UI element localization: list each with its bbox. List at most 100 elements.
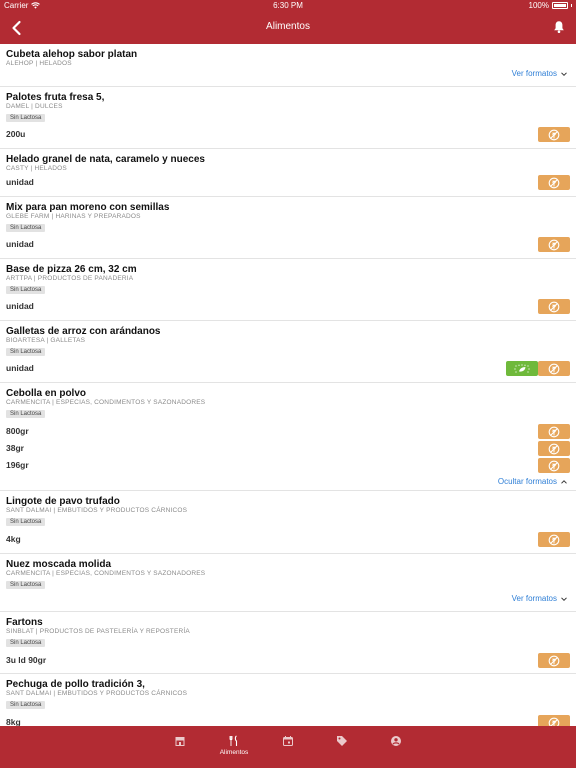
show-formats-button[interactable]: Ver formatos — [512, 594, 568, 603]
navigation-bar: Alimentos — [0, 12, 576, 44]
format-label: 4kg — [6, 534, 21, 544]
toggle-label: Ver formatos — [511, 594, 557, 603]
product-row[interactable]: Cebolla en polvo CARMENCITA | ESPECIAS, … — [0, 383, 576, 491]
format-label: 8kg — [6, 717, 21, 726]
lactose-free-tag: Sin Lactosa — [6, 581, 46, 589]
chevron-up-icon — [561, 479, 567, 484]
format-label: unidad — [6, 363, 34, 373]
format-label: unidad — [6, 239, 34, 249]
hide-formats-button[interactable]: Ocultar formatos — [498, 477, 568, 486]
product-brand-category: GLEBE FARM | HARINAS Y PREPARADOS — [6, 213, 141, 220]
chevron-down-icon — [561, 596, 567, 601]
no-wheat-icon — [548, 717, 560, 726]
product-brand-category: CARMENCITA | ESPECIAS, CONDIMENTOS Y SAZ… — [6, 399, 206, 406]
product-row[interactable]: Cubeta alehop sabor platan ALEHOP | HELA… — [0, 44, 576, 87]
tab-calendar[interactable] — [268, 726, 308, 768]
organic-badge — [506, 361, 538, 376]
lactose-free-tag: Sin Lactosa — [6, 286, 46, 294]
format-label: unidad — [6, 177, 34, 187]
tab-bar: Alimentos — [0, 726, 576, 768]
product-brand-category: BIOARTESA | GALLETAS — [6, 337, 86, 344]
format-label: 3u ld 90gr — [6, 655, 47, 665]
status-time: 6:30 PM — [273, 1, 303, 10]
product-name: Palotes fruta fresa 5, — [6, 92, 105, 103]
fork-knife-icon — [229, 735, 238, 746]
gluten-free-badge — [538, 715, 570, 726]
no-wheat-icon — [548, 301, 560, 312]
product-row[interactable]: Mix para pan moreno con semillas GLEBE F… — [0, 197, 576, 259]
eu-organic-leaf-icon — [514, 363, 530, 373]
format-label: 196gr — [6, 460, 29, 470]
format-label: unidad — [6, 301, 34, 311]
tab-stores[interactable] — [160, 726, 200, 768]
product-name: Lingote de pavo trufado — [6, 496, 120, 507]
no-wheat-icon — [548, 363, 560, 374]
product-name: Helado granel de nata, caramelo y nueces — [6, 154, 205, 165]
product-row[interactable]: Palotes fruta fresa 5, DAMEL | DULCES Si… — [0, 87, 576, 149]
tab-offers[interactable] — [322, 726, 362, 768]
no-wheat-icon — [548, 239, 560, 250]
product-brand-category: SANT DALMAI | EMBUTIDOS Y PRODUCTOS CÁRN… — [6, 690, 188, 697]
product-brand-category: ALEHOP | HELADOS — [6, 60, 72, 67]
product-brand-category: ARTTPA | PRODUCTOS DE PANADERIA — [6, 275, 134, 282]
battery-icon — [552, 2, 568, 9]
product-brand-category: SINBLAT | PRODUCTOS DE PASTELERÍA Y REPO… — [6, 628, 190, 635]
toggle-label: Ocultar formatos — [497, 477, 557, 486]
tab-profile[interactable] — [376, 726, 416, 768]
store-icon — [175, 737, 185, 746]
product-brand-category: SANT DALMAI | EMBUTIDOS Y PRODUCTOS CÁRN… — [6, 507, 188, 514]
product-row[interactable]: Galletas de arroz con arándanos BIOARTES… — [0, 321, 576, 383]
product-name: Galletas de arroz con arándanos — [6, 326, 161, 337]
product-name: Pechuga de pollo tradición 3, — [6, 679, 145, 690]
toggle-label: Ver formatos — [511, 69, 557, 78]
chevron-down-icon — [561, 71, 567, 76]
tab-alimentos[interactable]: Alimentos — [214, 726, 254, 768]
product-brand-category: CASTY | HELADOS — [6, 165, 67, 172]
gluten-free-badge — [538, 237, 570, 252]
status-bar: Carrier 6:30 PM 100% — [0, 0, 576, 12]
product-brand-category: DAMEL | DULCES — [6, 103, 63, 110]
product-name: Base de pizza 26 cm, 32 cm — [6, 264, 137, 275]
product-row[interactable]: Lingote de pavo trufado SANT DALMAI | EM… — [0, 491, 576, 554]
show-formats-button[interactable]: Ver formatos — [512, 69, 568, 78]
gluten-free-badge — [538, 653, 570, 668]
format-label: 38gr — [6, 443, 24, 453]
gluten-free-badge — [538, 458, 570, 473]
status-right: 100% — [529, 1, 572, 10]
bell-icon[interactable] — [552, 20, 566, 34]
product-name: Cebolla en polvo — [6, 388, 87, 399]
calendar-icon — [283, 736, 293, 746]
no-wheat-icon — [548, 443, 560, 454]
gluten-free-badge — [538, 299, 570, 314]
tag-icon — [337, 736, 347, 746]
no-wheat-icon — [548, 534, 560, 545]
lactose-free-tag: Sin Lactosa — [6, 348, 46, 356]
lactose-free-tag: Sin Lactosa — [6, 224, 46, 232]
product-row[interactable]: Fartons SINBLAT | PRODUCTOS DE PASTELERÍ… — [0, 612, 576, 674]
lactose-free-tag: Sin Lactosa — [6, 701, 46, 709]
gluten-free-badge — [538, 175, 570, 190]
product-brand-category: CARMENCITA | ESPECIAS, CONDIMENTOS Y SAZ… — [6, 570, 206, 577]
product-row[interactable]: Helado granel de nata, caramelo y nueces… — [0, 149, 576, 197]
product-name: Mix para pan moreno con semillas — [6, 202, 170, 213]
battery-tip — [571, 4, 572, 7]
tab-label: Alimentos — [219, 749, 249, 756]
format-label: 200u — [6, 129, 26, 139]
no-wheat-icon — [548, 129, 560, 140]
lactose-free-tag: Sin Lactosa — [6, 114, 46, 122]
product-row[interactable]: Pechuga de pollo tradición 3, SANT DALMA… — [0, 674, 576, 726]
gluten-free-badge — [538, 361, 570, 376]
lactose-free-tag: Sin Lactosa — [6, 410, 46, 418]
product-row[interactable]: Base de pizza 26 cm, 32 cm ARTTPA | PROD… — [0, 259, 576, 321]
no-wheat-icon — [548, 426, 560, 437]
format-label: 800gr — [6, 426, 29, 436]
product-list: Cubeta alehop sabor platan ALEHOP | HELA… — [0, 44, 576, 726]
lactose-free-tag: Sin Lactosa — [6, 639, 46, 647]
no-wheat-icon — [548, 655, 560, 666]
battery-percent: 100% — [528, 1, 549, 10]
gluten-free-badge — [538, 532, 570, 547]
product-name: Cubeta alehop sabor platan — [6, 49, 138, 60]
gluten-free-badge — [538, 127, 570, 142]
no-wheat-icon — [548, 177, 560, 188]
product-row[interactable]: Nuez moscada molida CARMENCITA | ESPECIA… — [0, 554, 576, 612]
